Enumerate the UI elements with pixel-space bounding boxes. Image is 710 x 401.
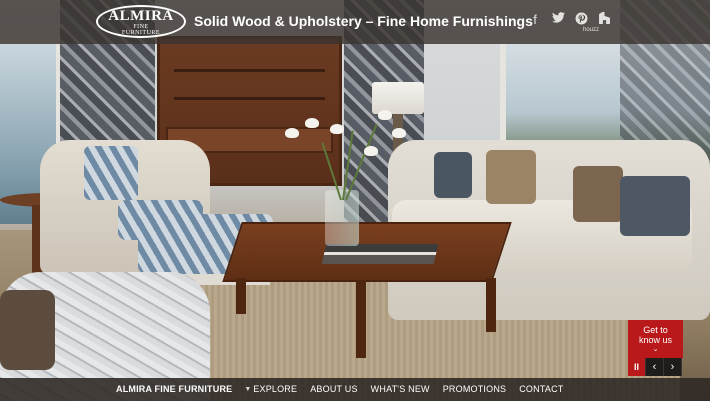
chair-pillow (84, 146, 138, 200)
houzz-label: houzz (583, 27, 600, 33)
facebook-icon[interactable]: f (528, 12, 542, 28)
nav-item-promotions[interactable]: PROMOTIONS (443, 378, 507, 401)
nav-item-explore[interactable]: EXPLORE (253, 378, 297, 401)
pause-button[interactable]: II (628, 358, 646, 376)
coffee-table-books (321, 244, 439, 264)
lily-flower (305, 118, 319, 128)
houzz-icon[interactable] (597, 12, 611, 28)
cta-label: know us (638, 335, 673, 345)
foreground-pillow (0, 290, 55, 370)
nav-item-whats-new[interactable]: WHAT'S NEW (371, 378, 430, 401)
main-navigation: ALMIRA FINE FURNITURE ▼ EXPLORE ABOUT US… (116, 378, 576, 401)
site-header: ALMIRA FINE FURNITURE Solid Wood & Uphol… (0, 0, 710, 44)
brand-logo[interactable]: ALMIRA FINE FURNITURE (96, 5, 186, 38)
sofa-pillow (434, 152, 472, 198)
lily-flower (392, 128, 406, 138)
previous-slide-button[interactable]: ‹ (646, 358, 664, 376)
logo-wordmark: ALMIRA (108, 8, 174, 24)
lily-flower (330, 124, 344, 134)
lily-flower (285, 128, 299, 138)
cta-label: Get to (643, 325, 668, 335)
chevron-down-icon: ⌄ (652, 346, 659, 353)
table-leg (356, 280, 366, 358)
caret-down-icon: ▼ (244, 386, 252, 393)
main-navigation-bar: ALMIRA FINE FURNITURE ▼ EXPLORE ABOUT US… (0, 378, 710, 401)
nav-item-about-us[interactable]: ABOUT US (310, 378, 357, 401)
sofa-pillow (486, 150, 536, 204)
hero-image (0, 0, 710, 401)
twitter-icon[interactable] (551, 12, 565, 28)
nav-item-contact[interactable]: CONTACT (519, 378, 563, 401)
pinterest-icon[interactable] (574, 12, 588, 28)
nav-brand-link[interactable]: ALMIRA FINE FURNITURE (116, 378, 232, 401)
sofa-pillow (620, 176, 690, 236)
sofa-pillow (573, 166, 623, 222)
slider-controls: II ‹ › (628, 358, 683, 376)
social-links: f (528, 12, 611, 28)
logo-subline: FURNITURE (121, 30, 161, 36)
next-slide-button[interactable]: › (664, 358, 682, 376)
get-to-know-us-button[interactable]: Get to know us ⌄ (628, 320, 683, 358)
table-leg (486, 278, 496, 332)
site-tagline: Solid Wood & Upholstery – Fine Home Furn… (194, 13, 533, 29)
table-leg (236, 278, 246, 314)
lily-flower (378, 110, 392, 120)
lily-flower (364, 146, 378, 156)
lamp-shade (372, 82, 424, 114)
